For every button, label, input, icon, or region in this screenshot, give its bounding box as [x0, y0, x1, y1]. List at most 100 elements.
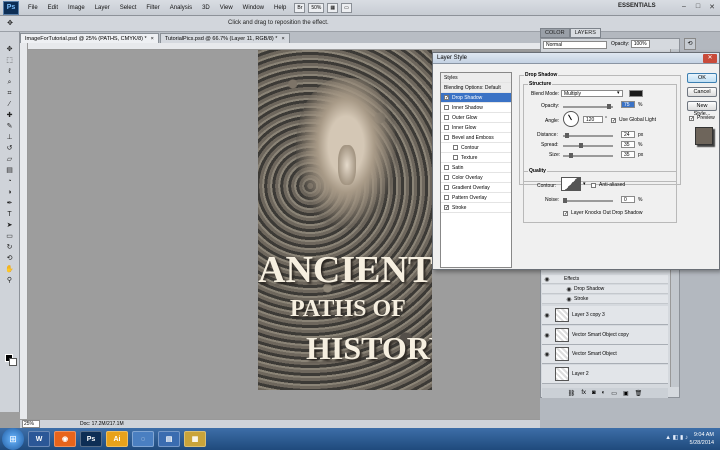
blend-mode-select[interactable]: Multiply: [561, 90, 623, 97]
taskbar-app-icon[interactable]: ◌: [132, 431, 154, 447]
style-item[interactable]: ✓ Drop Shadow: [441, 93, 511, 103]
chevron-down-icon[interactable]: ▾: [617, 90, 620, 96]
tab-image-for-tutorial[interactable]: ImageForTutorial.psd @ 25% (PATHS, CMYK/…: [20, 33, 159, 43]
eye-icon[interactable]: ◉: [542, 312, 552, 319]
menu-edit[interactable]: Edit: [43, 5, 63, 11]
lasso-tool-icon[interactable]: ℓ: [4, 67, 16, 76]
type-tool-icon[interactable]: T: [4, 210, 16, 219]
style-checkbox[interactable]: ✓: [444, 205, 449, 211]
distance-slider[interactable]: [563, 133, 613, 138]
style-item[interactable]: Color Overlay: [441, 173, 511, 183]
layer-row[interactable]: Layer 2: [542, 365, 668, 384]
eye-icon[interactable]: ◉: [542, 332, 552, 339]
zoom-level-select[interactable]: 50%: [308, 2, 325, 13]
bridge-icon[interactable]: Br: [294, 2, 306, 13]
layer-opacity-field[interactable]: 100%: [630, 40, 650, 48]
zoom-tool-icon[interactable]: ⚲: [4, 276, 16, 285]
style-item[interactable]: Inner Glow: [441, 123, 511, 133]
tab-close-icon[interactable]: ×: [151, 36, 154, 42]
taskbar-app-icon[interactable]: Ps: [80, 431, 102, 447]
style-checkbox[interactable]: ✓: [444, 95, 449, 101]
style-checkbox[interactable]: [453, 145, 458, 150]
style-item[interactable]: ✓ Stroke: [441, 203, 511, 213]
history-panel-icon[interactable]: ⟲: [684, 38, 696, 50]
new-layer-icon[interactable]: ▣: [623, 390, 629, 397]
move-tool-preset-icon[interactable]: ✥: [4, 19, 16, 28]
tab-tutorial-pics[interactable]: TutorialPics.psd @ 66.7% (Layer 11, RGB/…: [159, 33, 290, 43]
anti-aliased-checkbox[interactable]: [591, 183, 596, 188]
menu-filter[interactable]: Filter: [141, 5, 164, 11]
contour-preview[interactable]: [561, 177, 581, 191]
add-mask-icon[interactable]: ◙: [592, 390, 596, 396]
knockout-checkbox[interactable]: ✓: [563, 211, 568, 217]
size-slider[interactable]: [563, 153, 613, 158]
new-group-icon[interactable]: ▭: [611, 390, 617, 397]
slider-knob[interactable]: [579, 143, 583, 148]
history-brush-tool-icon[interactable]: ↺: [4, 144, 16, 153]
menu-3d[interactable]: 3D: [197, 5, 215, 11]
eye-icon[interactable]: ◉: [564, 286, 574, 293]
menu-file[interactable]: File: [23, 5, 43, 11]
style-item[interactable]: Gradient Overlay: [441, 183, 511, 193]
path-selection-tool-icon[interactable]: ➤: [4, 221, 16, 230]
adjustment-layer-icon[interactable]: ◐: [602, 390, 606, 396]
marquee-tool-icon[interactable]: ⬚: [4, 56, 16, 65]
style-checkbox[interactable]: [444, 105, 449, 110]
shadow-color-swatch[interactable]: [629, 90, 643, 97]
eye-icon[interactable]: ◉: [542, 351, 552, 358]
opacity-slider[interactable]: [563, 104, 613, 109]
slider-knob[interactable]: [563, 198, 567, 203]
angle-dial[interactable]: [563, 111, 579, 127]
tab-layers[interactable]: LAYERS: [569, 28, 601, 38]
clock[interactable]: 9:04 AM 5/28/2014: [690, 431, 714, 447]
spread-slider[interactable]: [563, 143, 613, 148]
menu-select[interactable]: Select: [115, 5, 142, 11]
spread-value-field[interactable]: 35: [621, 141, 635, 148]
tab-color[interactable]: COLOR: [540, 28, 570, 38]
screen-mode-icon[interactable]: ▭: [341, 2, 352, 13]
3d-camera-tool-icon[interactable]: ⟲: [4, 254, 16, 263]
blur-tool-icon[interactable]: ◔: [4, 177, 16, 186]
close-button[interactable]: ✕: [706, 1, 718, 12]
gradient-tool-icon[interactable]: ▤: [4, 166, 16, 175]
menu-view[interactable]: View: [215, 5, 238, 11]
preview-checkbox[interactable]: ✓: [689, 116, 694, 122]
angle-value-field[interactable]: 120: [583, 116, 603, 123]
minimize-button[interactable]: –: [678, 1, 690, 12]
move-tool-icon[interactable]: ✥: [4, 45, 16, 54]
eyedropper-tool-icon[interactable]: ⁄: [4, 100, 16, 109]
3d-rotate-tool-icon[interactable]: ↻: [4, 243, 16, 252]
style-checkbox[interactable]: [453, 155, 458, 160]
maximize-button[interactable]: □: [692, 1, 704, 12]
layer-row[interactable]: ◉ Layer 3 copy 3: [542, 306, 668, 325]
menu-help[interactable]: Help: [269, 5, 291, 11]
style-checkbox[interactable]: [444, 195, 449, 200]
style-item[interactable]: Satin: [441, 163, 511, 173]
zoom-field[interactable]: 25%: [22, 420, 40, 428]
cancel-button[interactable]: Cancel: [687, 87, 717, 97]
size-value-field[interactable]: 35: [621, 151, 635, 158]
effects-row[interactable]: ◉ Effects: [542, 275, 668, 284]
style-checkbox[interactable]: [444, 135, 449, 140]
style-checkbox[interactable]: [444, 125, 449, 130]
style-item[interactable]: Outer Glow: [441, 113, 511, 123]
style-item[interactable]: Blending Options: Default: [441, 83, 511, 93]
ok-button[interactable]: OK: [687, 73, 717, 83]
style-checkbox[interactable]: [444, 115, 449, 120]
link-layers-icon[interactable]: ⛓: [568, 390, 576, 397]
layer-row[interactable]: ◉ Vector Smart Object: [542, 345, 668, 364]
chevron-down-icon[interactable]: ▾: [583, 181, 586, 187]
taskbar-app-icon[interactable]: ▤: [158, 431, 180, 447]
effect-drop-shadow-row[interactable]: ◉ Drop Shadow: [542, 285, 668, 294]
dialog-title-bar[interactable]: Layer Style: [433, 53, 719, 64]
quick-select-tool-icon[interactable]: ⌕: [4, 78, 16, 87]
pen-tool-icon[interactable]: ✒: [4, 199, 16, 208]
noise-slider[interactable]: [563, 198, 613, 203]
taskbar-app-icon[interactable]: Ai: [106, 431, 128, 447]
layer-row[interactable]: ◉ Vector Smart Object copy: [542, 326, 668, 345]
trash-icon[interactable]: 🗑: [635, 390, 643, 397]
taskbar-app-icon[interactable]: ◉: [54, 431, 76, 447]
hand-tool-icon[interactable]: ✋: [4, 265, 16, 274]
style-item[interactable]: Pattern Overlay: [441, 193, 511, 203]
distance-value-field[interactable]: 24: [621, 131, 635, 138]
